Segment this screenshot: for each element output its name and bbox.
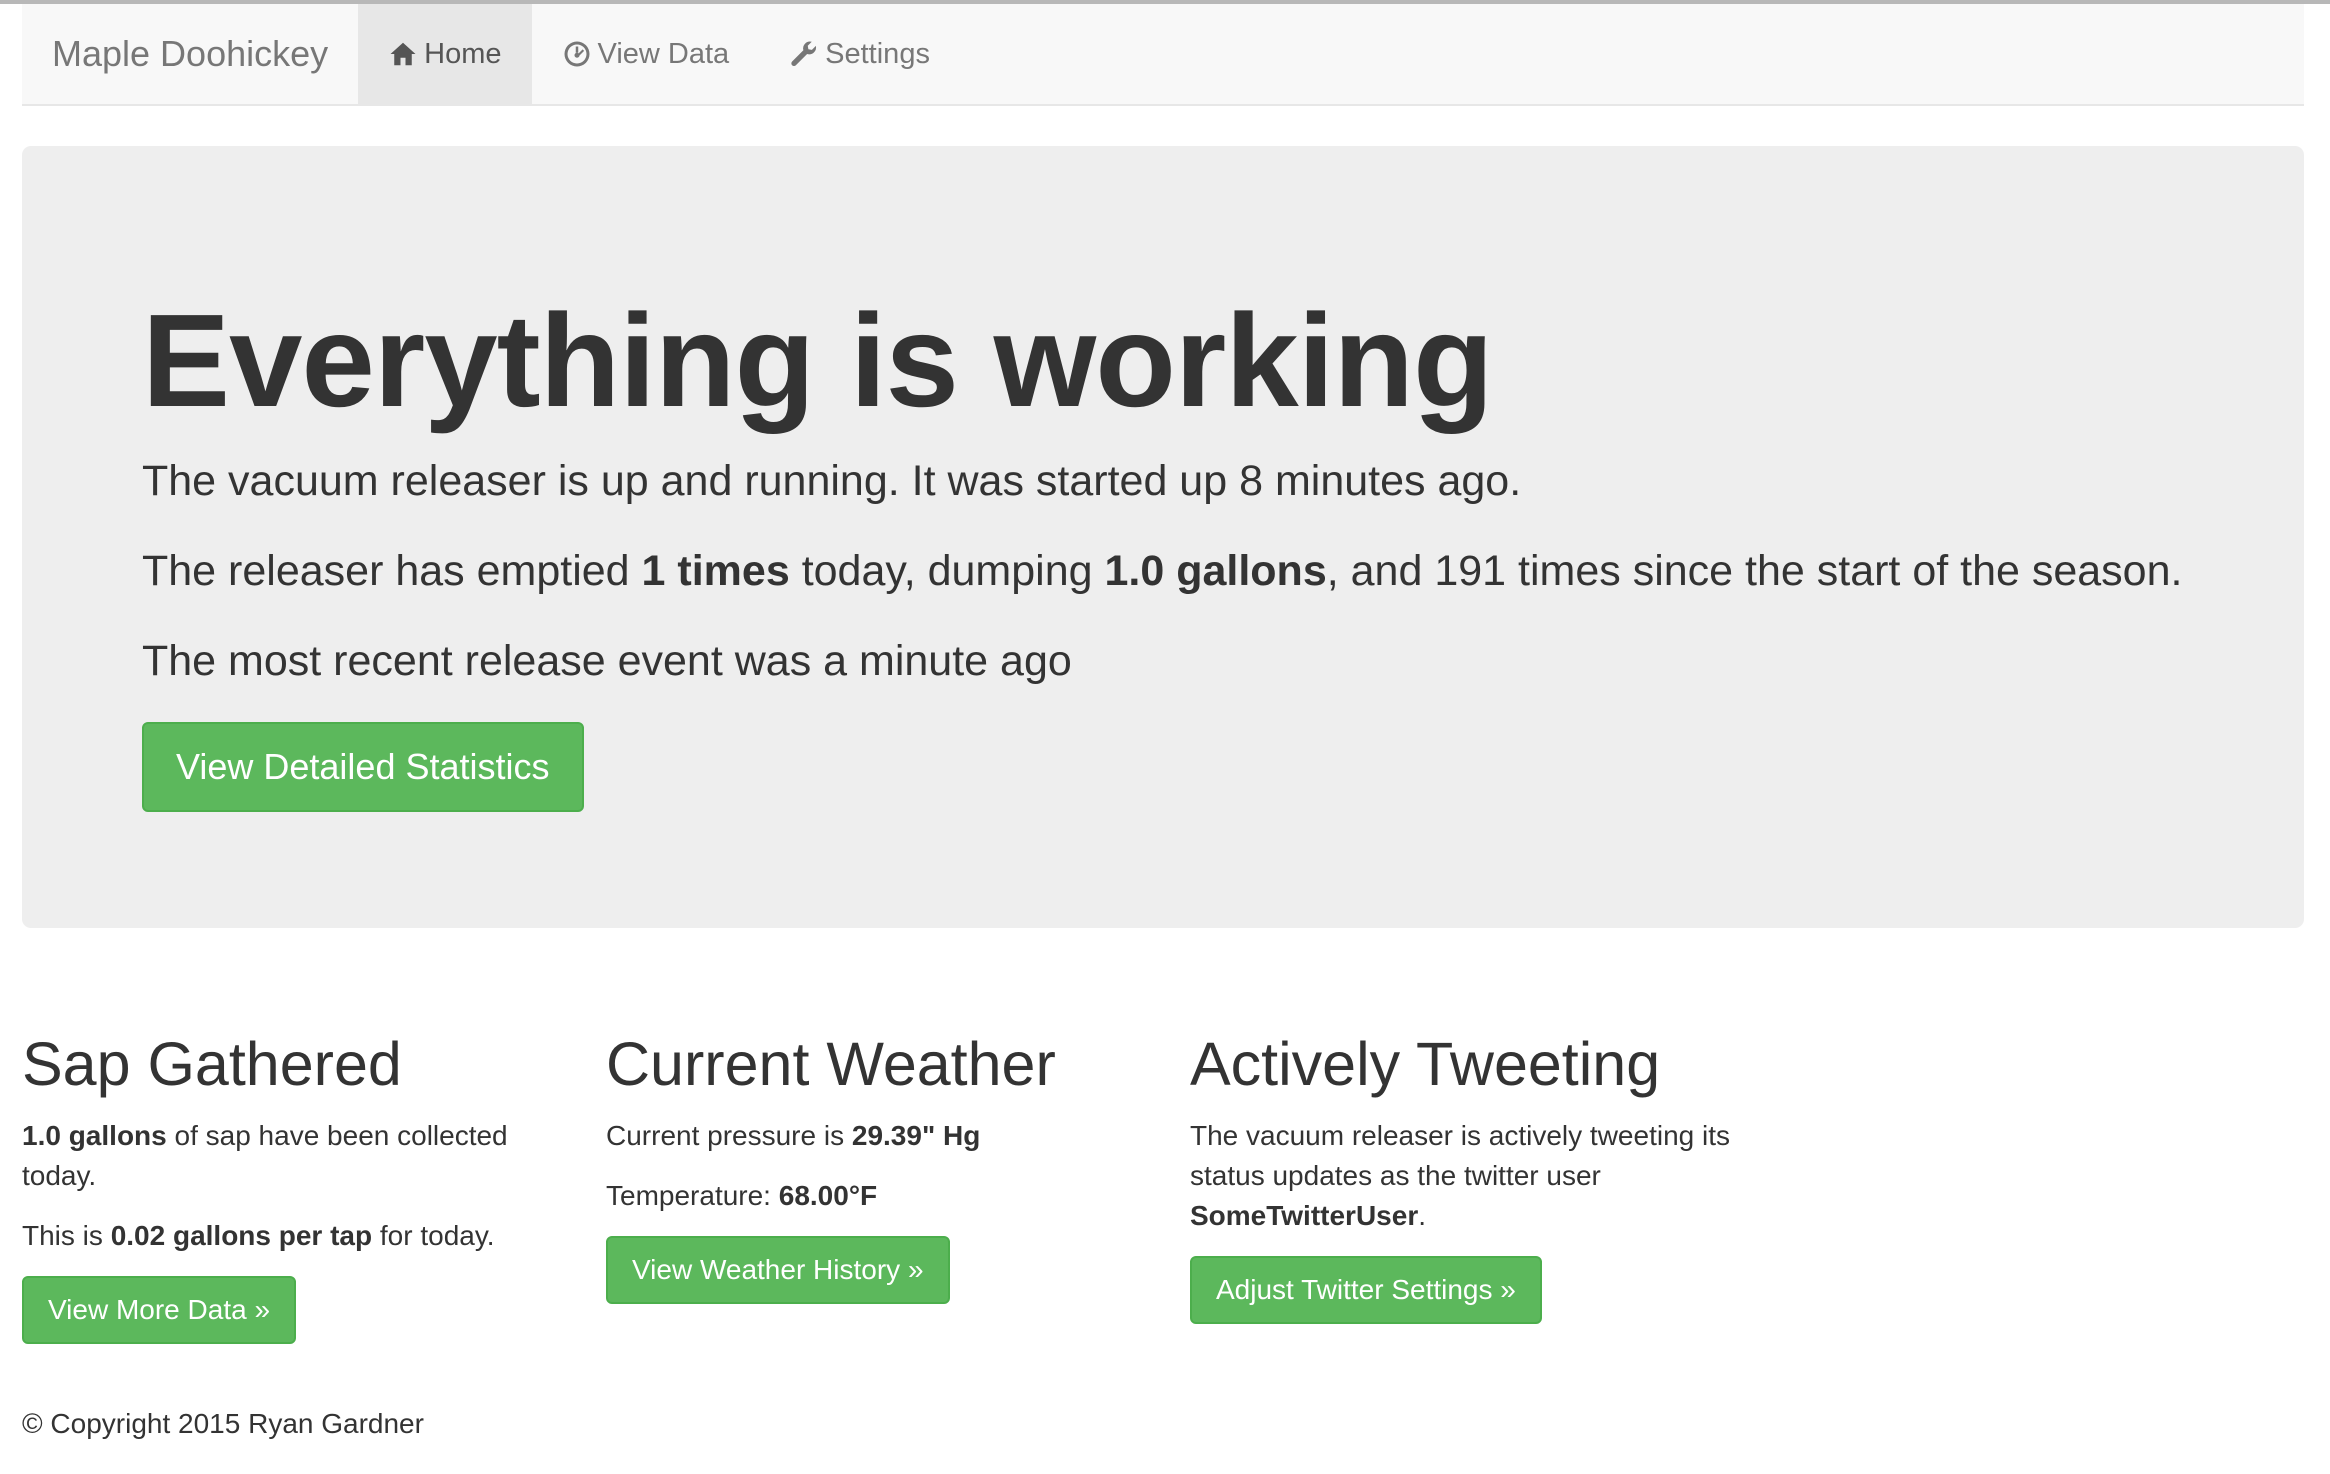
recent-release-text: The most recent release event was a minu… bbox=[142, 637, 1072, 685]
actively-tweeting-panel: Actively Tweeting The vacuum releaser is… bbox=[1190, 1022, 1750, 1324]
pressure-prefix: Current pressure is bbox=[606, 1120, 852, 1151]
nav-item-label: View Data bbox=[597, 37, 730, 70]
release-summary-suffix: , and 191 times since the start of the s… bbox=[1326, 547, 2183, 595]
status-jumbotron: Everything is working The vacuum release… bbox=[22, 146, 2304, 928]
nav-item-label: Home bbox=[424, 37, 502, 70]
temperature-prefix: Temperature: bbox=[606, 1180, 779, 1211]
times-today-value: 1 times bbox=[641, 547, 790, 595]
navbar: Maple Doohickey Home View Data Settings bbox=[22, 4, 2304, 106]
nav-item-home[interactable]: Home bbox=[358, 4, 532, 104]
current-weather-panel: Current Weather Current pressure is 29.3… bbox=[606, 1022, 1166, 1304]
view-more-data-button[interactable]: View More Data » bbox=[22, 1276, 297, 1344]
gallons-today-value: 1.0 gallons bbox=[1104, 547, 1327, 595]
tweeting-text: The vacuum releaser is actively tweeting… bbox=[1190, 1116, 1750, 1236]
page-container: Maple Doohickey Home View Data Settings bbox=[22, 4, 2304, 1439]
uptime-text: The vacuum releaser is up and running. I… bbox=[142, 457, 1522, 505]
jumbotron-content: Everything is working The vacuum release… bbox=[142, 286, 2182, 812]
sap-per-tap-suffix: for today. bbox=[372, 1220, 495, 1251]
release-summary-text: The releaser has emptied 1 times today, … bbox=[142, 546, 2182, 596]
sap-gathered-heading: Sap Gathered bbox=[22, 1030, 402, 1098]
sap-collected-text: 1.0 gallons of sap have been collected t… bbox=[22, 1116, 582, 1196]
current-weather-heading: Current Weather bbox=[606, 1030, 1056, 1098]
nav-item-view-data[interactable]: View Data bbox=[532, 4, 760, 104]
footer-copyright: © Copyright 2015 Ryan Gardner bbox=[22, 1408, 424, 1439]
adjust-twitter-settings-button[interactable]: Adjust Twitter Settings » bbox=[1190, 1256, 1542, 1324]
navbar-brand[interactable]: Maple Doohickey bbox=[22, 4, 358, 104]
sap-per-tap-value: 0.02 gallons per tap bbox=[110, 1220, 373, 1251]
temperature-text: Temperature: 68.00°F bbox=[606, 1176, 1166, 1216]
view-weather-history-button[interactable]: View Weather History » bbox=[606, 1236, 950, 1304]
nav-item-label: Settings bbox=[825, 37, 930, 70]
temperature-value: 68.00°F bbox=[778, 1180, 878, 1211]
pressure-text: Current pressure is 29.39" Hg bbox=[606, 1116, 1166, 1156]
tweeting-prefix: The vacuum releaser is actively tweeting… bbox=[1190, 1120, 1730, 1191]
dashboard-icon bbox=[564, 41, 589, 67]
nav-item-settings[interactable]: Settings bbox=[759, 4, 960, 104]
release-summary-mid: today, dumping bbox=[789, 547, 1105, 595]
release-summary-prefix: The releaser has emptied bbox=[142, 547, 642, 595]
tweeting-suffix: . bbox=[1418, 1200, 1426, 1231]
sap-gathered-panel: Sap Gathered 1.0 gallons of sap have bee… bbox=[22, 1022, 582, 1344]
home-icon bbox=[390, 42, 416, 66]
actively-tweeting-heading: Actively Tweeting bbox=[1190, 1030, 1661, 1098]
status-heading: Everything is working bbox=[142, 287, 1494, 434]
wrench-icon bbox=[791, 41, 817, 67]
sap-per-tap-text: This is 0.02 gallons per tap for today. bbox=[22, 1216, 582, 1256]
twitter-username: SomeTwitterUser bbox=[1190, 1200, 1419, 1231]
sap-per-tap-prefix: This is bbox=[22, 1220, 111, 1251]
view-detailed-statistics-button[interactable]: View Detailed Statistics bbox=[142, 722, 584, 812]
pressure-value: 29.39" Hg bbox=[851, 1120, 981, 1151]
sap-gallons-value: 1.0 gallons bbox=[22, 1120, 167, 1151]
